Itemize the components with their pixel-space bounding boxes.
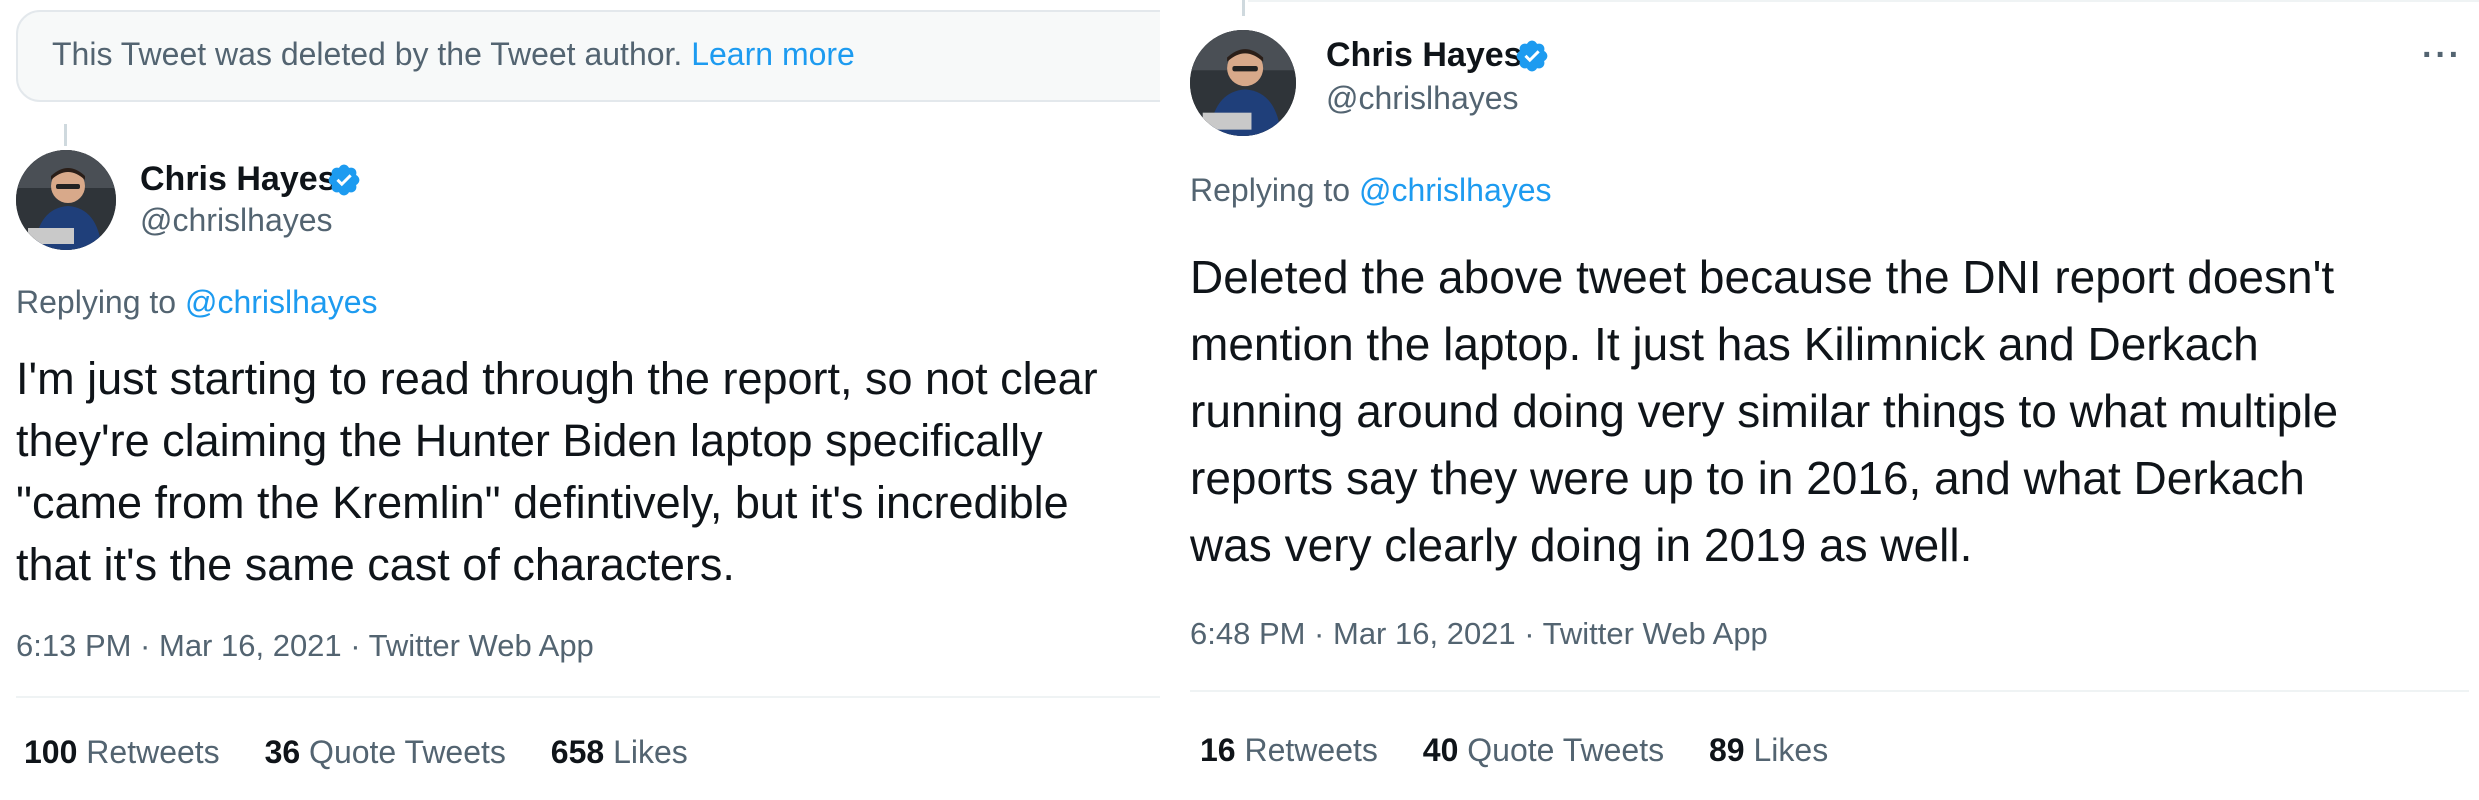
left-tweet-panel: This Tweet was deleted by the Tweet auth… xyxy=(0,0,1160,800)
deleted-notice-text: This Tweet was deleted by the Tweet auth… xyxy=(52,36,683,72)
avatar-image xyxy=(16,150,116,250)
author-handle[interactable]: @chrislhayes xyxy=(140,202,333,239)
tweet-text-line: was very clearly doing in 2019 as well. xyxy=(1190,519,1973,571)
tweet-stats: 16 Retweets 40 Quote Tweets 89 Likes xyxy=(1200,732,1864,769)
tweet-text-line: mention the laptop. It just has Kilimnic… xyxy=(1190,318,2259,370)
retweets-stat[interactable]: 16 Retweets xyxy=(1200,732,1378,769)
tweet-text-line: I'm just starting to read through the re… xyxy=(16,353,1098,404)
author-name[interactable]: Chris Hayes xyxy=(140,160,337,199)
tweet-text-line: Deleted the above tweet because the DNI … xyxy=(1190,251,2335,303)
quote-tweets-stat[interactable]: 40 Quote Tweets xyxy=(1423,732,1664,769)
author-name[interactable]: Chris Hayes xyxy=(1326,36,1523,75)
tweet-text-line: running around doing very similar things… xyxy=(1190,385,2339,437)
tweet-stats: 100 Retweets 36 Quote Tweets 658 Likes xyxy=(24,734,724,771)
deleted-tweet-notice: This Tweet was deleted by the Tweet auth… xyxy=(16,10,1160,102)
retweets-stat[interactable]: 100 Retweets xyxy=(24,734,220,771)
top-edge-divider xyxy=(1248,0,2479,2)
tweet-text-line: reports say they were up to in 2016, and… xyxy=(1190,452,2305,504)
divider xyxy=(1190,690,2469,692)
verified-badge-icon xyxy=(1516,40,1548,72)
likes-stat[interactable]: 658 Likes xyxy=(551,734,688,771)
avatar[interactable] xyxy=(16,150,116,250)
verified-badge-icon xyxy=(328,164,360,196)
quote-tweets-stat[interactable]: 36 Quote Tweets xyxy=(265,734,506,771)
avatar-image xyxy=(1190,30,1296,136)
tweet-text-line: they're claiming the Hunter Biden laptop… xyxy=(16,415,1043,466)
reply-mention-link[interactable]: @chrislhayes xyxy=(185,284,378,320)
learn-more-link[interactable]: Learn more xyxy=(691,36,855,72)
avatar[interactable] xyxy=(1190,30,1296,136)
tweet-text-line: "came from the Kremlin" defintively, but… xyxy=(16,477,1069,528)
replying-to: Replying to @chrislhayes xyxy=(1190,172,1552,209)
divider xyxy=(16,696,1160,698)
tweet-text: I'm just starting to read through the re… xyxy=(16,348,1098,596)
more-icon[interactable]: ··· xyxy=(2422,36,2462,75)
tweet-timestamp-source[interactable]: 6:48 PM · Mar 16, 2021 · Twitter Web App xyxy=(1190,616,1768,652)
likes-stat[interactable]: 89 Likes xyxy=(1709,732,1828,769)
thread-connector-line xyxy=(64,124,67,146)
replying-prefix: Replying to xyxy=(1190,172,1351,208)
replying-to: Replying to @chrislhayes xyxy=(16,284,378,321)
replying-prefix: Replying to xyxy=(16,284,177,320)
thread-connector-line xyxy=(1242,0,1245,16)
reply-mention-link[interactable]: @chrislhayes xyxy=(1359,172,1552,208)
tweet-text-line: that it's the same cast of characters. xyxy=(16,539,735,590)
right-tweet-panel: Chris Hayes @chrislhayes ··· Replying to… xyxy=(1160,0,2479,800)
tweet-timestamp-source[interactable]: 6:13 PM · Mar 16, 2021 · Twitter Web App xyxy=(16,628,594,664)
tweet-text: Deleted the above tweet because the DNI … xyxy=(1190,244,2338,579)
author-handle[interactable]: @chrislhayes xyxy=(1326,80,1519,117)
